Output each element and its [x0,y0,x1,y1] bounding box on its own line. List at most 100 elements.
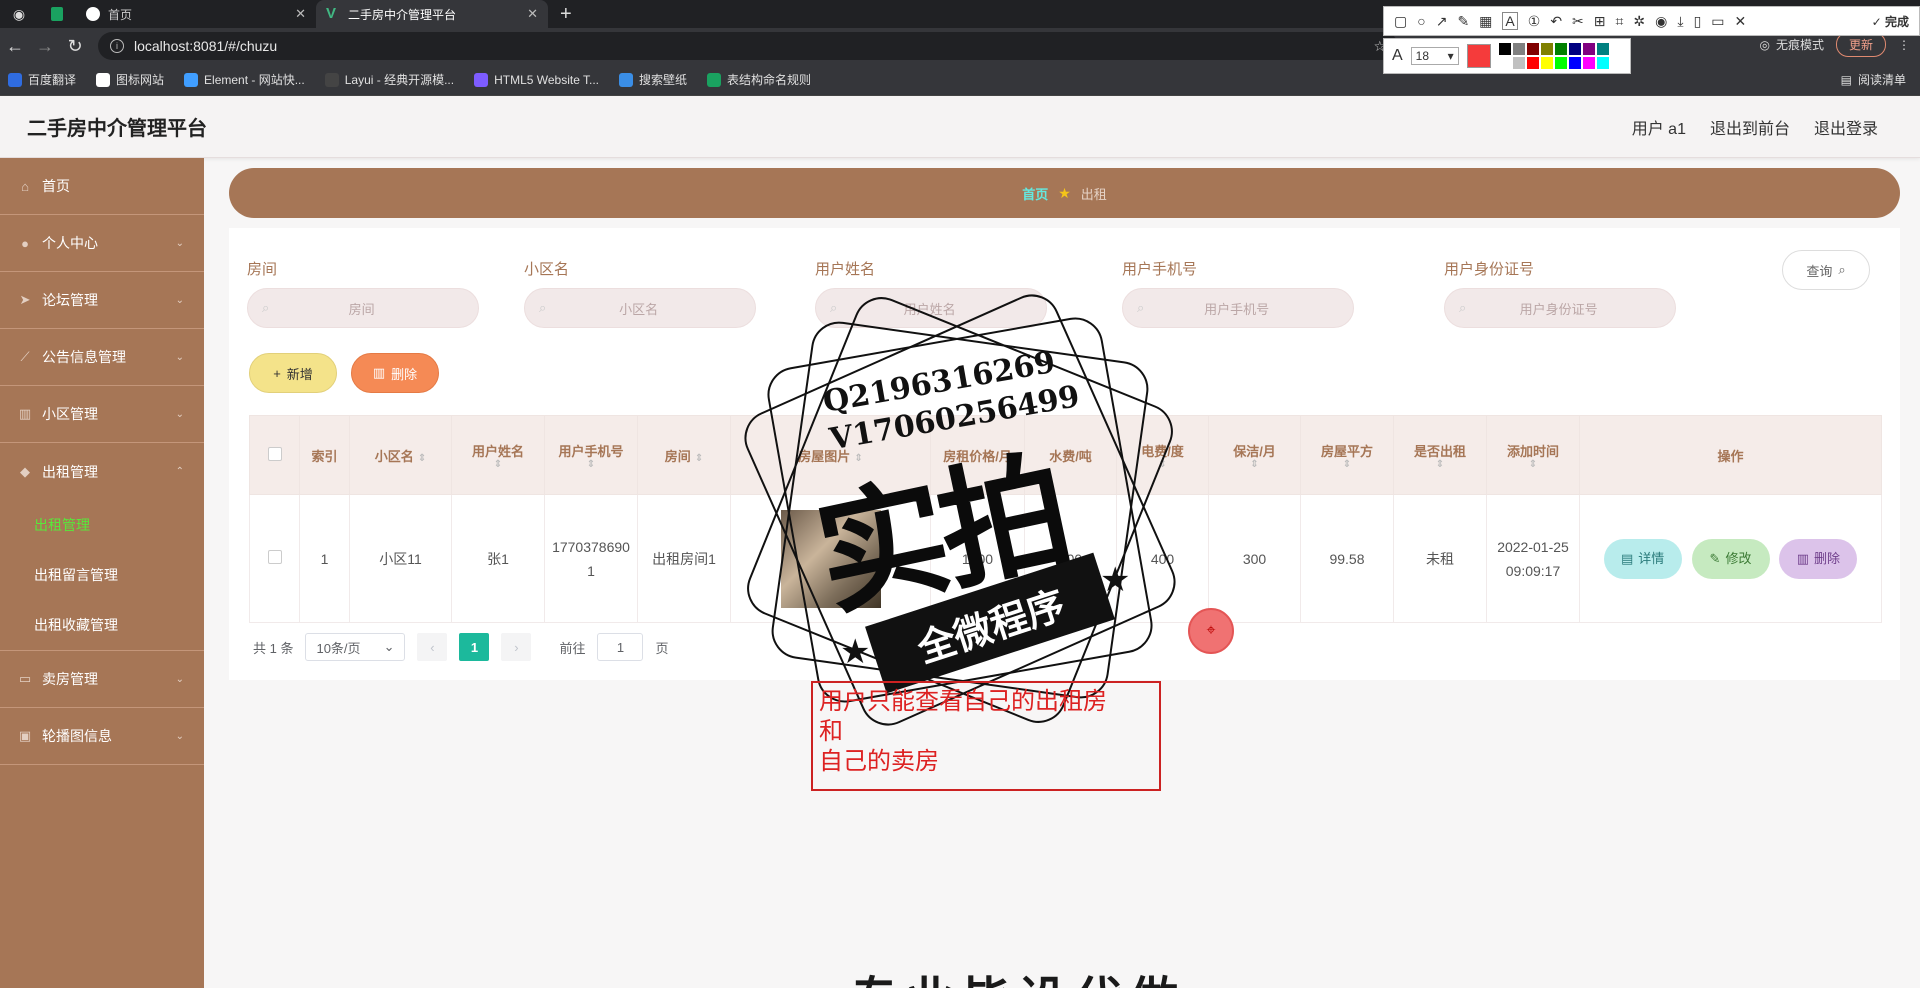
tab-home[interactable]: 首页 ✕ [76,0,316,28]
current-color-swatch[interactable] [1466,44,1491,68]
username-search-input[interactable]: ⌕ 用户姓名 [815,288,1047,328]
sidebar-subitem-rental-messages[interactable]: 出租留言管理 [0,550,204,600]
crop-tool-icon[interactable]: ⌗ [1616,13,1624,30]
house-thumbnail[interactable] [780,509,881,608]
detail-button[interactable]: ▤ 详情 [1603,538,1682,579]
reading-list[interactable]: ▤ 阅读清单 [1841,71,1906,88]
info-icon[interactable]: i [110,39,124,53]
color-swatch[interactable] [1554,43,1567,55]
color-swatch[interactable] [1568,57,1581,69]
sidebar-item-carousel[interactable]: ▣ 轮播图信息 ⌄ [0,708,204,765]
color-swatch[interactable] [1512,57,1525,69]
sort-icon[interactable]: ⇕ [695,453,703,464]
col-image[interactable]: 房屋图片 ⇕ [730,415,931,495]
color-swatch[interactable] [1540,57,1553,69]
tab-platform[interactable]: V 二手房中介管理平台 ✕ [316,0,548,28]
back-button[interactable]: ← [0,36,30,57]
bookmark-item[interactable]: Layui - 经典开源模... [324,71,454,88]
select-all-checkbox[interactable] [267,446,282,461]
query-button[interactable]: 查询 ⌕ [1782,250,1870,290]
pen-tool-icon[interactable]: ✎ [1457,13,1469,30]
sidebar-item-sale[interactable]: ▭ 卖房管理 ⌄ [0,651,204,708]
sidebar-item-home[interactable]: ⌂ 首页 [0,158,204,215]
bookmark-item[interactable]: 百度翻译 [8,71,76,88]
color-swatch[interactable] [1526,57,1539,69]
sidebar-subitem-rental-manage[interactable]: 出租管理 [0,500,204,550]
bookmark-item[interactable]: Element - 网站快... [184,71,305,88]
col-community[interactable]: 小区名 ⇕ [349,415,452,495]
sidebar-item-forum[interactable]: ➤ 论坛管理 ⌄ [0,272,204,329]
forward-button[interactable]: → [30,36,60,57]
bookmark-item[interactable]: 搜索壁纸 [619,71,687,88]
color-swatch[interactable] [1582,43,1595,55]
page-size-select[interactable]: 10条/页 ⌄ [305,633,406,661]
batch-delete-button[interactable]: ▥ 删除 [351,353,439,393]
arrow-tool-icon[interactable]: ↗ [1436,13,1448,30]
goto-page-input[interactable]: 1 [597,633,644,661]
select-all-cell[interactable] [249,415,300,495]
color-swatch[interactable] [1554,57,1567,69]
sort-icon[interactable]: ⇕ [418,453,426,464]
close-icon[interactable]: ✕ [527,6,538,22]
color-swatch[interactable] [1596,57,1609,69]
pin-tool-icon[interactable]: ✲ [1633,13,1645,30]
color-swatch[interactable] [1498,57,1511,69]
sort-icon[interactable]: ⇕ [854,453,862,464]
next-page-button[interactable]: › [501,633,532,661]
ellipse-tool-icon[interactable]: ○ [1417,13,1425,29]
sidebar-item-profile[interactable]: ● 个人中心 ⌄ [0,215,204,272]
more-icon[interactable]: ⋮ [1898,38,1910,52]
sidebar-subitem-rental-favorites[interactable]: 出租收藏管理 [0,600,204,650]
bookmark-item[interactable]: 图标网站 [96,71,164,88]
sidebar-item-rental[interactable]: ◆ 出租管理 ⌃ [0,443,204,500]
color-swatch[interactable] [1526,43,1539,55]
edit-button[interactable]: ✎ 修改 [1691,538,1770,579]
sort-icon[interactable]: ⇕ [458,459,538,470]
text-tool-icon[interactable]: A [1502,12,1518,30]
phone-icon[interactable]: ▯ [1694,13,1702,30]
color-swatch[interactable] [1582,57,1595,69]
col-phone[interactable]: 用户手机号 ⇕ [544,415,638,495]
idcard-search-input[interactable]: ⌕ 用户身份证号 [1444,288,1676,328]
rectangle-tool-icon[interactable]: ▢ [1394,13,1407,30]
color-swatch[interactable] [1596,43,1609,55]
community-search-input[interactable]: ⌕ 小区名 [524,288,756,328]
delete-button[interactable]: ▥ 删除 [1779,538,1858,579]
undo-icon[interactable]: ↶ [1550,13,1562,30]
col-price[interactable]: 房租价格/月 [930,415,1025,495]
col-added[interactable]: 添加时间 ⇕ [1486,415,1580,495]
color-swatch[interactable] [1540,43,1553,55]
logout-link[interactable]: 退出登录 [1814,115,1878,139]
color-swatch[interactable] [1512,43,1525,55]
sort-icon[interactable]: ⇕ [551,459,631,470]
breadcrumb-home[interactable]: 首页 [1022,184,1048,203]
color-swatch[interactable] [1498,43,1511,55]
add-button[interactable]: + 新增 [249,353,337,393]
new-tab-button[interactable]: + [548,0,584,28]
col-electric[interactable]: 电费/度 ⇕ [1116,415,1209,495]
sort-icon[interactable]: ⇕ [1215,459,1294,470]
mosaic-tool-icon[interactable]: ▦ [1479,13,1492,30]
color-swatch[interactable] [1568,43,1581,55]
room-search-input[interactable]: ⌕ 房间 [247,288,479,328]
bookmark-item[interactable]: HTML5 Website T... [474,72,599,87]
bookmark-item[interactable]: 表结构命名规则 [707,71,811,88]
close-icon[interactable]: ✕ [295,6,306,22]
sort-icon[interactable]: ⇕ [1307,459,1387,470]
record-icon[interactable]: ◉ [1655,13,1667,30]
col-water[interactable]: 水费/吨 [1024,415,1117,495]
col-area[interactable]: 房屋平方 ⇕ [1300,415,1394,495]
download-icon[interactable]: ⤓ [1677,13,1683,30]
back-to-front-link[interactable]: 退出到前台 [1710,115,1790,139]
sort-icon[interactable]: ⇕ [1493,459,1573,470]
done-button[interactable]: ✓ 完成 [1872,13,1909,30]
incognito-indicator[interactable]: ◎ 无痕模式 [1759,36,1824,53]
scissor-tool-icon[interactable]: ✂ [1572,13,1584,30]
current-page[interactable]: 1 [459,633,490,661]
sort-icon[interactable]: ⇕ [1123,459,1202,470]
cancel-icon[interactable]: ✕ [1735,13,1747,30]
col-cleaning[interactable]: 保洁/月 ⇕ [1208,415,1301,495]
sort-icon[interactable]: ⇕ [1400,459,1480,470]
reload-button[interactable]: ↻ [60,36,90,57]
col-room[interactable]: 房间 ⇕ [637,415,731,495]
